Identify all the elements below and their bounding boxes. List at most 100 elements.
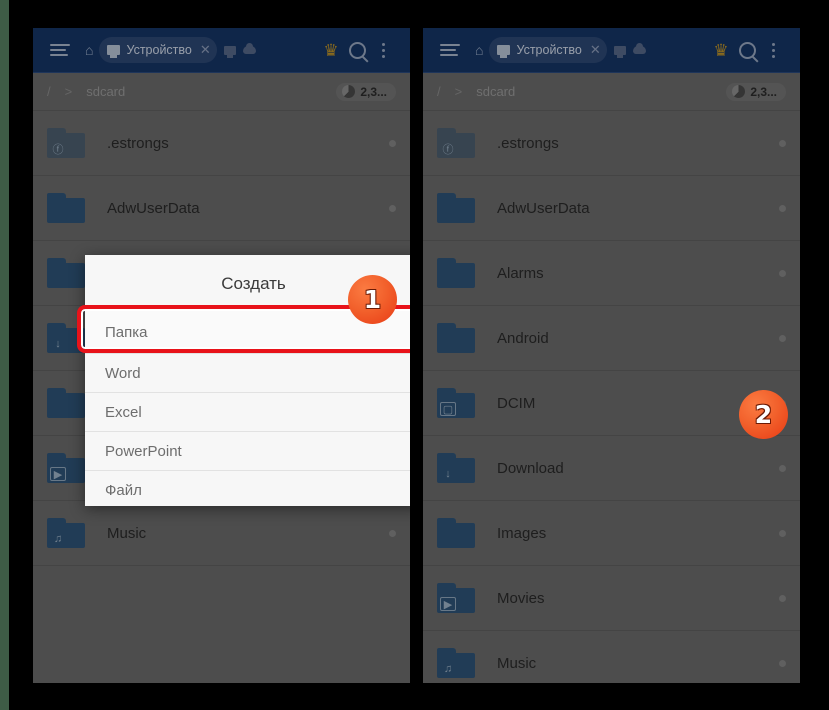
create-type-option-файл[interactable]: Файл <box>85 470 410 509</box>
phone-screen-right: ⌂ Устройство ✕ ♛ / > sdcard 2,3... ⓕ .es… <box>423 28 800 683</box>
folder-music-icon-glyph: ♫ <box>443 663 453 675</box>
file-row-label: Android <box>497 329 549 347</box>
file-row-more-icon[interactable] <box>389 204 396 212</box>
tab-chip-label: Устройство <box>126 43 192 57</box>
storage-badge[interactable]: 2,3... <box>726 82 786 101</box>
file-row-more-icon[interactable] <box>779 594 786 602</box>
folder-camera-icon: ▢ <box>437 388 475 418</box>
file-row-more-icon[interactable] <box>779 139 786 147</box>
close-icon[interactable]: ✕ <box>590 42 601 58</box>
breadcrumb-current[interactable]: sdcard <box>86 84 125 99</box>
folder-video-icon: ▶ <box>47 453 85 483</box>
crown-icon[interactable]: ♛ <box>708 37 734 63</box>
file-row-more-icon[interactable] <box>779 659 786 667</box>
file-row-more-icon[interactable] <box>389 139 396 147</box>
search-icon[interactable] <box>344 37 370 63</box>
folder-icon <box>437 258 475 288</box>
folder-music-icon: ♫ <box>47 518 85 548</box>
breadcrumb-right: / > sdcard 2,3... <box>423 73 800 111</box>
folder-music-icon-glyph: ♫ <box>53 533 63 545</box>
left-edge-strip <box>0 0 9 710</box>
file-row[interactable]: ⓕ .estrongs <box>423 111 800 176</box>
create-type-option-list[interactable]: Папка Word Excel PowerPoint Файл <box>85 311 410 519</box>
cloud-icon[interactable] <box>632 43 646 54</box>
file-row-more-icon[interactable] <box>779 464 786 472</box>
file-row-label: Movies <box>497 589 545 607</box>
tab-chip-device[interactable]: Устройство ✕ <box>489 37 607 63</box>
crown-icon[interactable]: ♛ <box>318 37 344 63</box>
folder-camera-icon-glyph: ▢ <box>440 402 456 416</box>
storage-label: 2,3... <box>360 84 387 99</box>
hamburger-icon[interactable] <box>47 37 73 63</box>
file-row[interactable]: Android <box>423 306 800 371</box>
tab-chip-label: Устройство <box>516 43 582 57</box>
file-list-right[interactable]: ⓕ .estrongs AdwUserData Alarms Android ▢ DCIM ↓… <box>423 111 800 683</box>
pie-chart-icon <box>342 85 356 98</box>
file-row-label: .estrongs <box>107 134 169 152</box>
chevron-right-icon: > <box>64 84 73 99</box>
folder-icon <box>47 388 85 418</box>
file-row-label: AdwUserData <box>497 199 590 217</box>
folder-video-icon-glyph: ▶ <box>50 467 66 481</box>
mini-tab-group[interactable] <box>223 43 256 58</box>
file-row[interactable]: ⓕ .estrongs <box>33 111 410 176</box>
folder-download-icon: ↓ <box>47 323 85 353</box>
folder-download-icon: ↓ <box>437 453 475 483</box>
cloud-icon[interactable] <box>242 43 256 54</box>
file-row[interactable]: ▶ Movies <box>423 566 800 631</box>
file-row-label: Download <box>497 459 564 477</box>
storage-label: 2,3... <box>750 84 777 99</box>
folder-hidden-icon-glyph: ⓕ <box>52 144 64 156</box>
mini-tab-group[interactable] <box>613 43 646 58</box>
close-icon[interactable]: ✕ <box>200 42 211 58</box>
file-row-more-icon[interactable] <box>779 334 786 342</box>
breadcrumb-root[interactable]: / <box>437 84 441 99</box>
kebab-menu-icon[interactable] <box>760 37 786 63</box>
tab-chip-device[interactable]: Устройство ✕ <box>99 37 217 63</box>
storage-badge[interactable]: 2,3... <box>336 82 396 101</box>
folder-icon <box>437 518 475 548</box>
phone-screen-left: ⌂ Устройство ✕ ♛ / > sdcard 2,3... ⓕ .es… <box>33 28 410 683</box>
monitor-icon[interactable] <box>613 45 626 58</box>
folder-icon <box>47 258 85 288</box>
breadcrumb-left: / > sdcard 2,3... <box>33 73 410 111</box>
folder-icon <box>437 323 475 353</box>
home-icon[interactable]: ⌂ <box>85 42 93 58</box>
hamburger-icon[interactable] <box>437 37 463 63</box>
folder-video-icon-glyph: ▶ <box>440 597 456 611</box>
annotation-badge-2: 2 <box>739 390 788 439</box>
file-row-label: Music <box>497 654 537 672</box>
file-row-more-icon[interactable] <box>389 529 396 537</box>
file-row-label: DCIM <box>497 394 536 412</box>
home-icon[interactable]: ⌂ <box>475 42 483 58</box>
create-type-option-excel[interactable]: Excel <box>85 392 410 431</box>
folder-hidden-icon: ⓕ <box>47 128 85 158</box>
app-toolbar-right: ⌂ Устройство ✕ ♛ <box>423 28 800 73</box>
kebab-menu-icon[interactable] <box>370 37 396 63</box>
folder-music-icon: ♫ <box>437 648 475 678</box>
file-row-label: .estrongs <box>497 134 559 152</box>
file-row[interactable]: ♫ Music <box>423 631 800 683</box>
create-type-option-powerpoint[interactable]: PowerPoint <box>85 431 410 470</box>
file-row-more-icon[interactable] <box>779 204 786 212</box>
folder-hidden-icon: ⓕ <box>437 128 475 158</box>
file-row[interactable]: AdwUserData <box>423 176 800 241</box>
breadcrumb-current[interactable]: sdcard <box>476 84 515 99</box>
breadcrumb-root[interactable]: / <box>47 84 51 99</box>
create-type-option-word[interactable]: Word <box>85 353 410 392</box>
folder-download-icon-glyph: ↓ <box>55 338 61 350</box>
folder-video-icon: ▶ <box>437 583 475 613</box>
file-row[interactable]: AdwUserData <box>33 176 410 241</box>
pie-chart-icon <box>732 85 746 98</box>
monitor-icon[interactable] <box>223 45 236 58</box>
monitor-icon <box>497 45 511 58</box>
file-row[interactable]: Alarms <box>423 241 800 306</box>
search-icon[interactable] <box>734 37 760 63</box>
file-row[interactable]: ↓ Download <box>423 436 800 501</box>
file-row-more-icon[interactable] <box>779 269 786 277</box>
file-row-more-icon[interactable] <box>779 529 786 537</box>
file-row[interactable]: Images <box>423 501 800 566</box>
monitor-icon <box>107 45 121 58</box>
app-toolbar-left: ⌂ Устройство ✕ ♛ <box>33 28 410 73</box>
chevron-right-icon: > <box>454 84 463 99</box>
